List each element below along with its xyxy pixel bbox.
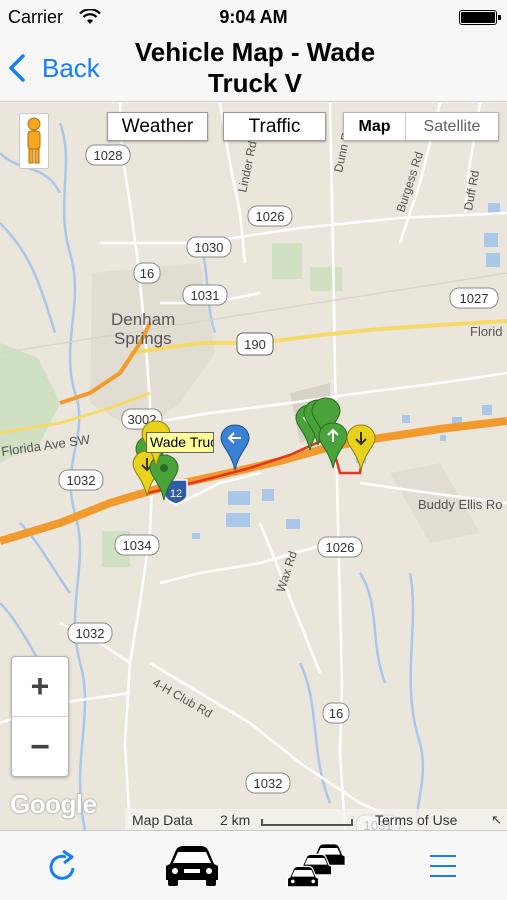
vehicle-tab[interactable] <box>160 839 224 893</box>
zoom-in-button[interactable]: + <box>12 657 68 717</box>
menu-icon <box>430 855 456 877</box>
svg-text:1032: 1032 <box>67 473 96 488</box>
svg-text:1030: 1030 <box>195 240 224 255</box>
zoom-control: + − <box>11 656 69 777</box>
svg-text:Linder Rd: Linder Rd <box>235 140 260 194</box>
svg-text:Duff Rd: Duff Rd <box>461 169 482 211</box>
google-logo: Google <box>10 789 97 819</box>
svg-text:1026: 1026 <box>326 540 355 555</box>
svg-text:Florid: Florid <box>470 324 503 339</box>
battery-icon <box>459 10 501 25</box>
svg-text:1028: 1028 <box>94 148 123 163</box>
fleet-icon <box>286 844 345 888</box>
fleet-tab[interactable] <box>283 839 349 893</box>
navigation-bar: Back Vehicle Map - Wade Truck V <box>0 34 507 102</box>
map-attribution-bar: Map Data 2 km Terms of Use ↖ <box>125 809 507 830</box>
back-label: Back <box>42 52 100 83</box>
map-view[interactable]: 1028 1026 1030 16 1031 1027 190 3002 103… <box>0 103 507 830</box>
svg-text:1026: 1026 <box>256 209 285 224</box>
chevron-left-icon <box>9 54 25 82</box>
menu-button[interactable] <box>420 839 466 893</box>
clock: 9:04 AM <box>219 7 288 27</box>
svg-text:16: 16 <box>140 266 154 281</box>
zoom-out-button[interactable]: − <box>12 717 68 777</box>
page-title: Vehicle Map - Wade Truck V <box>134 37 376 98</box>
svg-text:1032: 1032 <box>254 776 283 791</box>
vehicle-tooltip[interactable]: Wade Truck V <box>146 432 214 453</box>
street-view-pegman-button[interactable] <box>19 113 49 169</box>
refresh-button[interactable] <box>40 839 86 893</box>
car-icon <box>166 846 218 886</box>
svg-text:Wax Rd: Wax Rd <box>274 549 300 593</box>
svg-text:12: 12 <box>170 488 182 500</box>
svg-text:1032: 1032 <box>76 626 105 641</box>
scale-bar <box>261 819 353 826</box>
map-type-map-option[interactable]: Map <box>344 113 406 140</box>
refresh-icon <box>49 849 75 880</box>
weather-layer-button[interactable]: Weather <box>107 112 208 141</box>
svg-text:1034: 1034 <box>123 538 152 553</box>
svg-text:16: 16 <box>329 706 343 721</box>
svg-text:190: 190 <box>244 337 266 352</box>
svg-text:Buddy Ellis Ro: Buddy Ellis Ro <box>418 497 503 512</box>
svg-text:Denham: Denham <box>111 310 175 329</box>
map-canvas[interactable]: 1028 1026 1030 16 1031 1027 190 3002 103… <box>0 103 507 830</box>
scale-label: 2 km <box>220 812 251 828</box>
svg-text:1031: 1031 <box>191 288 220 303</box>
expand-corner-icon[interactable]: ↖ <box>491 812 502 828</box>
back-button[interactable]: Back <box>6 50 100 86</box>
map-type-selector: Map Satellite <box>343 112 499 141</box>
map-type-satellite-option[interactable]: Satellite <box>406 113 498 140</box>
status-bar: Carrier 9:04 AM <box>0 0 507 34</box>
traffic-layer-button[interactable]: Traffic <box>223 112 326 141</box>
svg-text:1027: 1027 <box>460 291 489 306</box>
tab-bar <box>0 830 507 900</box>
svg-text:Springs: Springs <box>114 329 172 348</box>
map-data-link[interactable]: Map Data <box>132 812 193 828</box>
terms-of-use-link[interactable]: Terms of Use <box>375 812 457 828</box>
pegman-icon <box>27 117 41 164</box>
